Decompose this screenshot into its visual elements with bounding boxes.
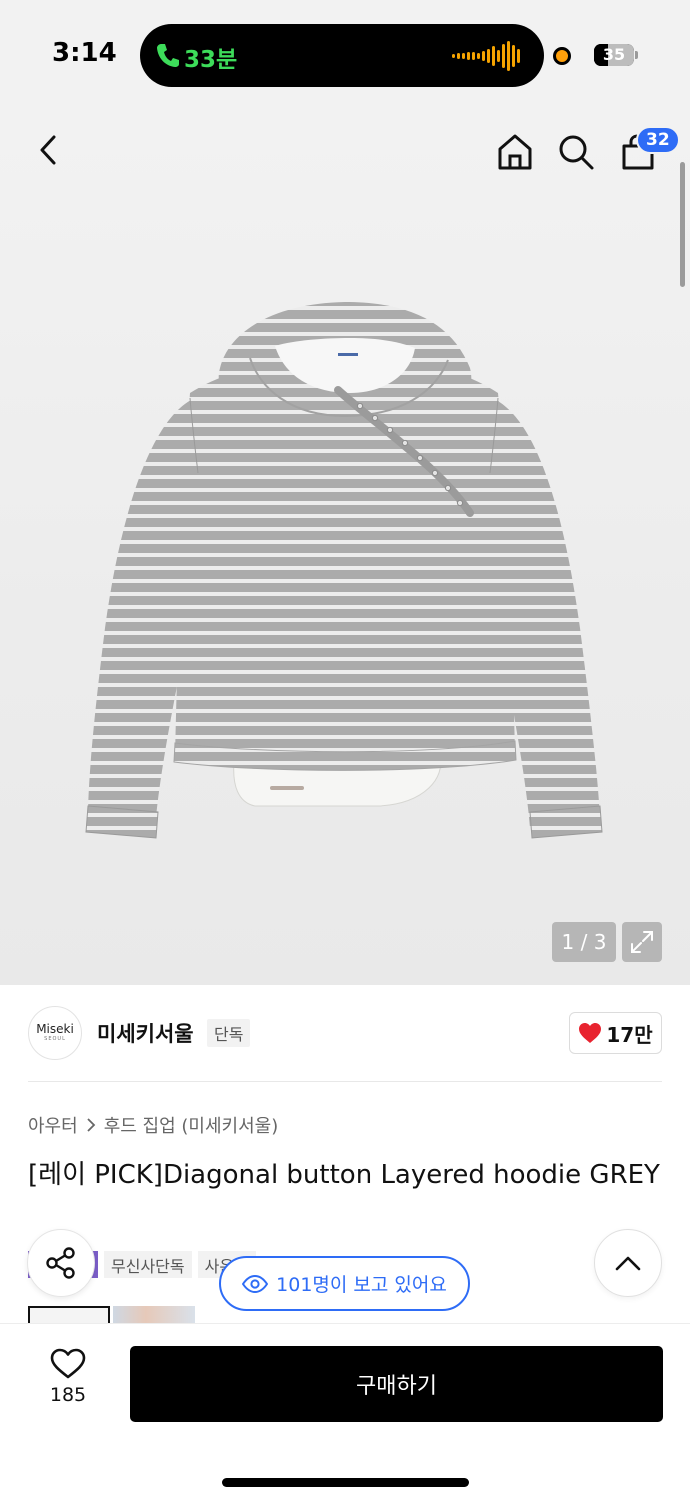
brand-like-button[interactable]: 17만 (569, 1012, 662, 1054)
back-icon (40, 135, 56, 165)
phone-icon (157, 44, 179, 67)
expand-button[interactable] (622, 922, 662, 962)
chevron-right-icon (87, 1118, 95, 1132)
scroll-top-button[interactable] (594, 1229, 662, 1297)
eye-icon (242, 1274, 269, 1293)
tag-chip: 무신사단독 (104, 1251, 192, 1278)
back-button[interactable] (24, 125, 74, 175)
wishlist-button[interactable]: 185 (36, 1348, 100, 1418)
image-counter: 1 / 3 (552, 922, 616, 962)
brand-logo[interactable]: Miseki SEOUL (28, 1006, 82, 1060)
wishlist-count: 185 (49, 1384, 87, 1406)
product-gallery[interactable]: 32 1 / 3 (0, 110, 690, 985)
share-button[interactable] (27, 1229, 95, 1297)
expand-icon (631, 931, 653, 953)
call-duration: 33분 (184, 47, 238, 73)
viewers-label: 101명이 보고 있어요 (276, 1274, 447, 1296)
chevron-up-icon (615, 1256, 641, 1271)
product-image[interactable] (80, 298, 610, 853)
status-time: 3:14 (52, 38, 117, 68)
waveform-icon (452, 41, 520, 71)
search-button[interactable] (551, 127, 601, 177)
dynamic-island[interactable]: 33분 (140, 24, 544, 87)
breadcrumb-subcategory[interactable]: 후드 집업 (미세키서울) (104, 1112, 279, 1138)
breadcrumb: 아우터 후드 집업 (미세키서울) (28, 1112, 278, 1138)
product-title: [레이 PICK]Diagonal button Layered hoodie … (28, 1160, 660, 1190)
breadcrumb-category[interactable]: 아우터 (28, 1112, 78, 1138)
cart-count-badge: 32 (636, 126, 680, 154)
brand-name[interactable]: 미세키서울 (97, 1018, 194, 1048)
share-icon (46, 1247, 75, 1279)
home-icon (498, 134, 532, 170)
scrollbar[interactable] (680, 162, 685, 287)
recording-indicator (553, 47, 571, 65)
battery-indicator: 35 (594, 44, 638, 66)
home-button[interactable] (490, 127, 540, 177)
battery-level: 35 (602, 45, 626, 64)
heart-icon (579, 1023, 602, 1043)
brand-logo-text: Miseki (36, 1022, 74, 1036)
divider (28, 1081, 662, 1082)
buy-button[interactable]: 구매하기 (130, 1346, 663, 1422)
search-icon (559, 135, 594, 170)
heart-outline-icon (50, 1348, 86, 1379)
bottom-bar: 185 구매하기 (0, 1323, 690, 1500)
viewers-badge: 101명이 보고 있어요 (219, 1256, 470, 1311)
brand-like-count: 17만 (606, 1022, 653, 1047)
home-indicator[interactable] (222, 1478, 469, 1487)
exclusive-tag: 단독 (207, 1019, 251, 1047)
brand-logo-sub: SEOUL (44, 1036, 66, 1042)
status-bar: 3:14 33분 35 (0, 0, 690, 110)
